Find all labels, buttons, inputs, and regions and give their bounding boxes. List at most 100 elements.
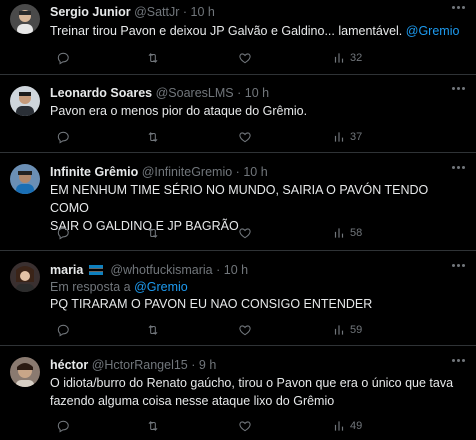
separator-dot: · — [235, 165, 240, 179]
tweet-1[interactable]: Sergio Junior @SattJr · 10 h Treinar tir… — [0, 0, 476, 75]
views-count: 37 — [350, 131, 363, 143]
heart-icon — [238, 51, 252, 65]
tweet-text: Treinar tirou Pavon e deixou JP Galvão e… — [50, 22, 466, 40]
retweet-icon — [146, 419, 160, 433]
author-name[interactable]: héctor — [50, 358, 88, 372]
reply-to-link[interactable]: @Gremio — [134, 280, 188, 294]
tweet-text-line: EM NENHUM TIME SÉRIO NO MUNDO, SAIRIA O … — [50, 183, 429, 215]
author-handle[interactable]: @SoaresLMS — [156, 86, 234, 100]
reply-context: Em resposta a @Gremio — [50, 279, 188, 295]
gremio-flag-icon — [88, 265, 103, 275]
tweet-text-content: Pavon era o menos pior do ataque do Grêm… — [50, 104, 308, 118]
tweet-4[interactable]: maria @whotfuckismaria · 10 h Em respost… — [0, 251, 476, 346]
separator-dot: · — [191, 358, 196, 372]
retweet-button[interactable] — [146, 129, 160, 145]
views-icon — [332, 226, 346, 240]
tweet-text-line: fazendo alguma coisa nesse ataque lixo d… — [50, 394, 335, 408]
avatar-sergio-junior[interactable] — [10, 4, 40, 34]
more-icon[interactable] — [452, 87, 466, 91]
heart-icon — [238, 323, 252, 337]
more-icon[interactable] — [452, 6, 466, 10]
like-button[interactable] — [238, 322, 252, 338]
author-name[interactable]: Leonardo Soares — [50, 86, 152, 100]
tweet-3[interactable]: Infinite Grêmio @InfiniteGremio · 10 h E… — [0, 153, 476, 251]
timestamp[interactable]: 10 h — [191, 5, 215, 19]
author-name[interactable]: Infinite Grêmio — [50, 165, 138, 179]
views-count: 58 — [350, 227, 363, 239]
views-button[interactable]: 37 — [332, 129, 362, 145]
views-icon — [332, 323, 346, 337]
views-icon — [332, 419, 346, 433]
action-bar: 59 — [50, 322, 466, 338]
action-bar: 49 — [50, 418, 466, 434]
retweet-button[interactable] — [146, 322, 160, 338]
tweet-text: O idiota/burro do Renato gaúcho, tirou o… — [50, 374, 466, 410]
tweet-5[interactable]: héctor @HctorRangel15 · 9 h O idiota/bur… — [0, 346, 476, 440]
author-name[interactable]: maria — [50, 263, 83, 277]
separator-dot: · — [237, 86, 242, 100]
reply-icon — [56, 323, 70, 337]
reply-button[interactable] — [56, 225, 70, 241]
tweet-text-content: PQ TIRARAM O PAVON EU NAO CONSIGO ENTEND… — [50, 297, 373, 311]
tweet-2[interactable]: Leonardo Soares @SoaresLMS · 10 h Pavon … — [0, 75, 476, 153]
heart-icon — [238, 226, 252, 240]
avatar-maria[interactable] — [10, 262, 40, 292]
reply-button[interactable] — [56, 50, 70, 66]
retweet-icon — [146, 226, 160, 240]
heart-icon — [238, 419, 252, 433]
avatar-infinite-gremio[interactable] — [10, 164, 40, 194]
retweet-icon — [146, 130, 160, 144]
tweet-text-content: Treinar tirou Pavon e deixou JP Galvão e… — [50, 24, 403, 38]
reply-icon — [56, 51, 70, 65]
like-button[interactable] — [238, 50, 252, 66]
reply-icon — [56, 130, 70, 144]
views-button[interactable]: 32 — [332, 50, 362, 66]
more-icon[interactable] — [452, 166, 466, 170]
timestamp[interactable]: 10 h — [245, 86, 269, 100]
reply-button[interactable] — [56, 418, 70, 434]
author-handle[interactable]: @whotfuckismaria — [110, 263, 212, 277]
like-button[interactable] — [238, 129, 252, 145]
reply-icon — [56, 419, 70, 433]
author-handle[interactable]: @InfiniteGremio — [142, 165, 233, 179]
author-name[interactable]: Sergio Junior — [50, 5, 131, 19]
reply-button[interactable] — [56, 129, 70, 145]
separator-dot: · — [182, 5, 188, 19]
timestamp[interactable]: 9 h — [199, 358, 216, 372]
action-bar: 37 — [50, 129, 466, 145]
tweet-text-line: O idiota/burro do Renato gaúcho, tirou o… — [50, 376, 454, 390]
separator-dot: · — [216, 263, 221, 277]
author-handle[interactable]: @SattJr — [134, 5, 179, 19]
action-bar: 58 — [50, 225, 466, 241]
reply-prefix: Em resposta a — [50, 280, 131, 294]
avatar-leonardo-soares[interactable] — [10, 86, 40, 116]
timestamp[interactable]: 10 h — [243, 165, 267, 179]
views-count: 32 — [350, 52, 363, 64]
views-button[interactable]: 59 — [332, 322, 362, 338]
views-button[interactable]: 58 — [332, 225, 362, 241]
mention-link[interactable]: @Gremio — [406, 24, 460, 38]
like-button[interactable] — [238, 225, 252, 241]
views-icon — [332, 130, 346, 144]
author-handle[interactable]: @HctorRangel15 — [92, 358, 188, 372]
views-count: 59 — [350, 324, 363, 336]
views-icon — [332, 51, 346, 65]
retweet-button[interactable] — [146, 225, 160, 241]
timestamp[interactable]: 10 h — [224, 263, 248, 277]
avatar-hector[interactable] — [10, 357, 40, 387]
tweet-text: PQ TIRARAM O PAVON EU NAO CONSIGO ENTEND… — [50, 295, 466, 313]
retweet-icon — [146, 323, 160, 337]
tweet-text: Pavon era o menos pior do ataque do Grêm… — [50, 102, 466, 120]
reply-button[interactable] — [56, 322, 70, 338]
views-count: 49 — [350, 420, 363, 432]
heart-icon — [238, 130, 252, 144]
retweet-button[interactable] — [146, 418, 160, 434]
more-icon[interactable] — [452, 359, 466, 363]
retweet-button[interactable] — [146, 50, 160, 66]
more-icon[interactable] — [452, 264, 466, 268]
reply-icon — [56, 226, 70, 240]
views-button[interactable]: 49 — [332, 418, 362, 434]
retweet-icon — [146, 51, 160, 65]
like-button[interactable] — [238, 418, 252, 434]
action-bar: 32 — [50, 50, 466, 66]
